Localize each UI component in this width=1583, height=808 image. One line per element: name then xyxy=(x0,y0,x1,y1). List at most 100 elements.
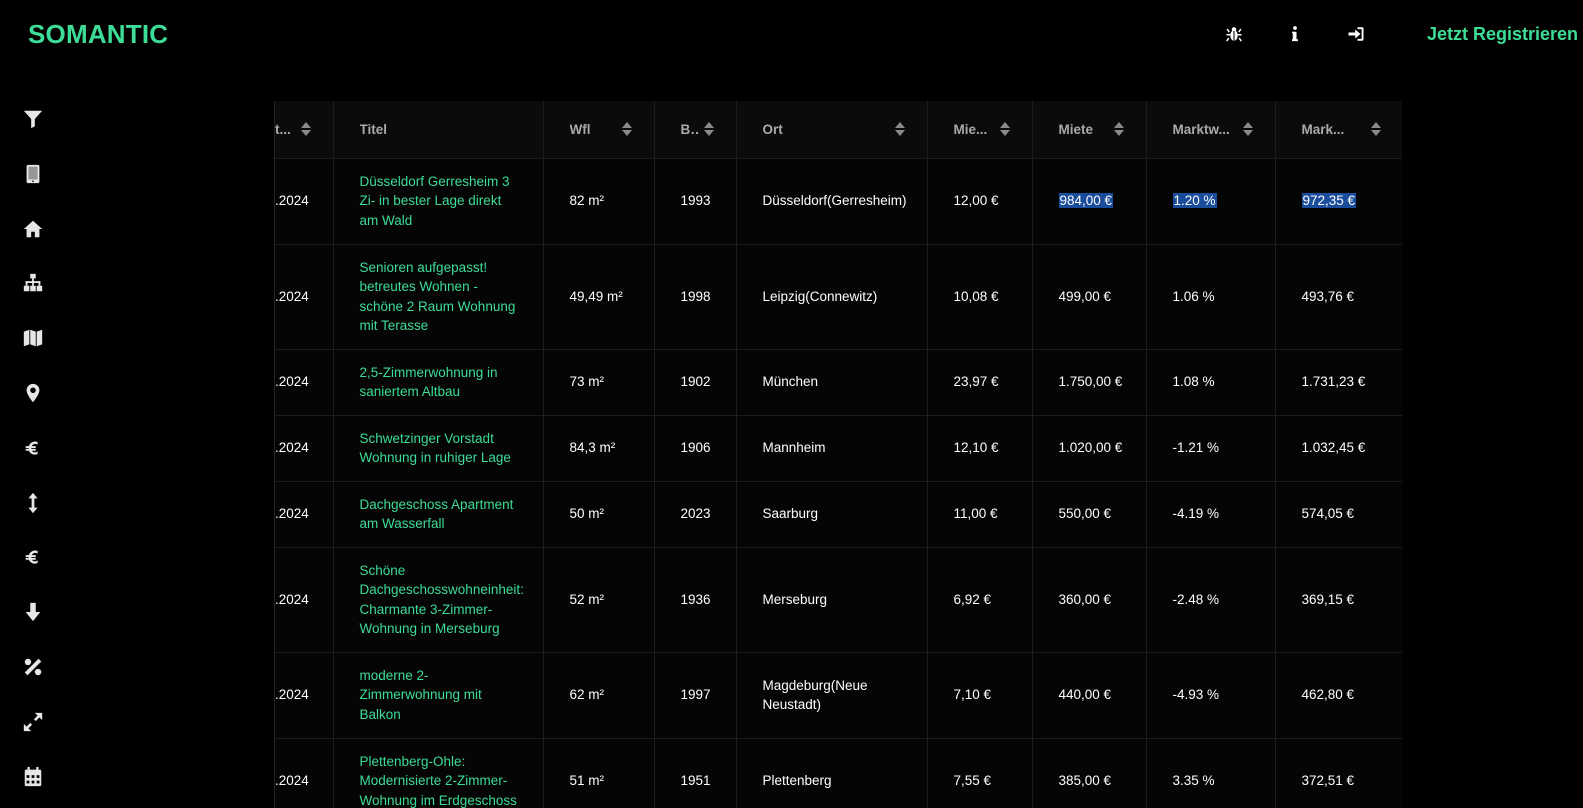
cell-marktwert-pct: 1.20 % xyxy=(1146,158,1276,245)
sort-icon[interactable] xyxy=(1370,122,1381,137)
table-row[interactable]: .2024 Schwetzinger Vorstadt Wohnung in r… xyxy=(275,415,1402,482)
sort-icon[interactable] xyxy=(621,122,632,137)
cell-title-link[interactable]: Schwetzinger Vorstadt Wohnung in ruhiger… xyxy=(333,415,544,482)
cell-wfl: 62 m² xyxy=(543,652,655,739)
cell-marktwert: 369,15 € xyxy=(1275,547,1402,653)
cell-date: .2024 xyxy=(275,652,334,739)
cell-miete: 440,00 € xyxy=(1032,652,1147,739)
cell-date: .2024 xyxy=(275,481,334,548)
euro-sign-icon[interactable] xyxy=(18,542,48,572)
cell-ort: Leipzig(Connewitz) xyxy=(736,244,928,350)
brand-logo[interactable]: SOMANTIC xyxy=(28,19,168,50)
cell-ort: Magdeburg(Neue Neustadt) xyxy=(736,652,928,739)
cell-wfl: 51 m² xyxy=(543,738,655,808)
cell-title-link[interactable]: 2,5-Zimmerwohnung in saniertem Altbau xyxy=(333,349,544,416)
cell-date: .2024 xyxy=(275,547,334,653)
sidebar xyxy=(18,104,48,808)
cell-wfl: 73 m² xyxy=(543,349,655,416)
cell-marktwert: 1.032,45 € xyxy=(1275,415,1402,482)
map-icon[interactable] xyxy=(18,323,48,353)
header-icons xyxy=(1222,22,1405,46)
cell-marktwert-pct: 1.06 % xyxy=(1146,244,1276,350)
arrow-down-icon[interactable] xyxy=(18,597,48,627)
cell-year: 1906 xyxy=(654,415,737,482)
selected-text: 984,00 € xyxy=(1058,193,1114,209)
column-header-marktwert-pct[interactable]: Marktw... xyxy=(1146,101,1276,159)
cell-ort: Mannheim xyxy=(736,415,928,482)
column-header-wfl[interactable]: Wfl xyxy=(543,101,655,159)
tablet-icon[interactable] xyxy=(18,159,48,189)
column-header-label: Ort xyxy=(762,121,783,137)
table-row[interactable]: .2024 2,5-Zimmerwohnung in saniertem Alt… xyxy=(275,349,1402,416)
column-header-miete[interactable]: Miete xyxy=(1032,101,1147,159)
sort-icon[interactable] xyxy=(300,122,311,137)
cell-ort: Merseburg xyxy=(736,547,928,653)
cell-marktwert-pct: -2.48 % xyxy=(1146,547,1276,653)
listings-table-container[interactable]: t... Titel Wfl B... Ort Mie... Miete Mar… xyxy=(274,101,1402,808)
percent-icon[interactable] xyxy=(18,652,48,682)
column-header-date[interactable]: t... xyxy=(275,101,334,159)
cell-date: .2024 xyxy=(275,158,334,245)
column-header-label: Titel xyxy=(359,121,388,137)
cell-title-link[interactable]: Düsseldorf Gerresheim 3 Zi- in bester La… xyxy=(333,158,544,245)
cell-miete: 550,00 € xyxy=(1032,481,1147,548)
register-link[interactable]: Jetzt Registrieren xyxy=(1427,24,1578,45)
sort-icon[interactable] xyxy=(894,122,905,137)
cell-miete: 499,00 € xyxy=(1032,244,1147,350)
table-row[interactable]: .2024 Schöne Dachgeschosswohneinheit: Ch… xyxy=(275,547,1402,653)
column-header-miete-qm[interactable]: Mie... xyxy=(927,101,1033,159)
bug-icon[interactable] xyxy=(1222,22,1246,46)
info-icon[interactable] xyxy=(1283,22,1307,46)
cell-miete-qm: 6,92 € xyxy=(927,547,1033,653)
column-header-marktwert[interactable]: Mark... xyxy=(1275,101,1402,159)
table-row[interactable]: .2024 Senioren aufgepasst! betreutes Woh… xyxy=(275,244,1402,350)
cell-title-link[interactable]: Dachgeschoss Apartment am Wasserfall xyxy=(333,481,544,548)
cell-wfl: 49,49 m² xyxy=(543,244,655,350)
table-header-row: t... Titel Wfl B... Ort Mie... Miete Mar… xyxy=(275,101,1402,159)
calendar-icon[interactable] xyxy=(18,762,48,792)
cell-ort: Saarburg xyxy=(736,481,928,548)
column-header-titel[interactable]: Titel xyxy=(333,101,544,159)
table-row[interactable]: .2024 Plettenberg-Ohle: Modernisierte 2-… xyxy=(275,738,1402,808)
cell-year: 2023 xyxy=(654,481,737,548)
cell-title-link[interactable]: Schöne Dachgeschosswohneinheit: Charmant… xyxy=(333,547,544,653)
cell-marktwert: 1.731,23 € xyxy=(1275,349,1402,416)
login-icon[interactable] xyxy=(1344,22,1368,46)
cell-miete: 1.020,00 € xyxy=(1032,415,1147,482)
cell-miete-qm: 7,55 € xyxy=(927,738,1033,808)
filter-icon[interactable] xyxy=(18,104,48,134)
cell-title-link[interactable]: Senioren aufgepasst! betreutes Wohnen - … xyxy=(333,244,544,350)
table-row[interactable]: .2024 Düsseldorf Gerresheim 3 Zi- in bes… xyxy=(275,158,1402,245)
table-row[interactable]: .2024 Dachgeschoss Apartment am Wasserfa… xyxy=(275,481,1402,548)
cell-year: 1902 xyxy=(654,349,737,416)
cell-year: 1936 xyxy=(654,547,737,653)
table-row[interactable]: .2024 moderne 2-Zimmerwohnung mit Balkon… xyxy=(275,652,1402,739)
euro-icon[interactable] xyxy=(18,433,48,463)
cell-marktwert-pct: 1.08 % xyxy=(1146,349,1276,416)
sitemap-icon[interactable] xyxy=(18,268,48,298)
cell-title-link[interactable]: moderne 2-Zimmerwohnung mit Balkon xyxy=(333,652,544,739)
arrows-vertical-icon[interactable] xyxy=(18,488,48,518)
cell-marktwert-pct: -1.21 % xyxy=(1146,415,1276,482)
column-header-ort[interactable]: Ort xyxy=(736,101,928,159)
sort-icon[interactable] xyxy=(1242,122,1253,137)
cell-ort: Plettenberg xyxy=(736,738,928,808)
home-icon[interactable] xyxy=(18,214,48,244)
cell-date: .2024 xyxy=(275,349,334,416)
cell-ort: Düsseldorf(Gerresheim) xyxy=(736,158,928,245)
cell-title-link[interactable]: Plettenberg-Ohle: Modernisierte 2-Zimmer… xyxy=(333,738,544,808)
expand-icon[interactable] xyxy=(18,707,48,737)
column-header-label: Miete xyxy=(1058,121,1094,137)
cell-miete-qm: 10,08 € xyxy=(927,244,1033,350)
cell-miete: 360,00 € xyxy=(1032,547,1147,653)
cell-miete-qm: 23,97 € xyxy=(927,349,1033,416)
map-marker-icon[interactable] xyxy=(18,378,48,408)
sort-icon[interactable] xyxy=(703,122,714,137)
column-header-label: Marktw... xyxy=(1172,121,1230,137)
sort-icon[interactable] xyxy=(1113,122,1124,137)
listings-table: t... Titel Wfl B... Ort Mie... Miete Mar… xyxy=(275,101,1402,808)
selected-text: 1.20 % xyxy=(1172,193,1217,209)
sort-icon[interactable] xyxy=(999,122,1010,137)
column-header-baujahr[interactable]: B... xyxy=(654,101,737,159)
cell-ort: München xyxy=(736,349,928,416)
